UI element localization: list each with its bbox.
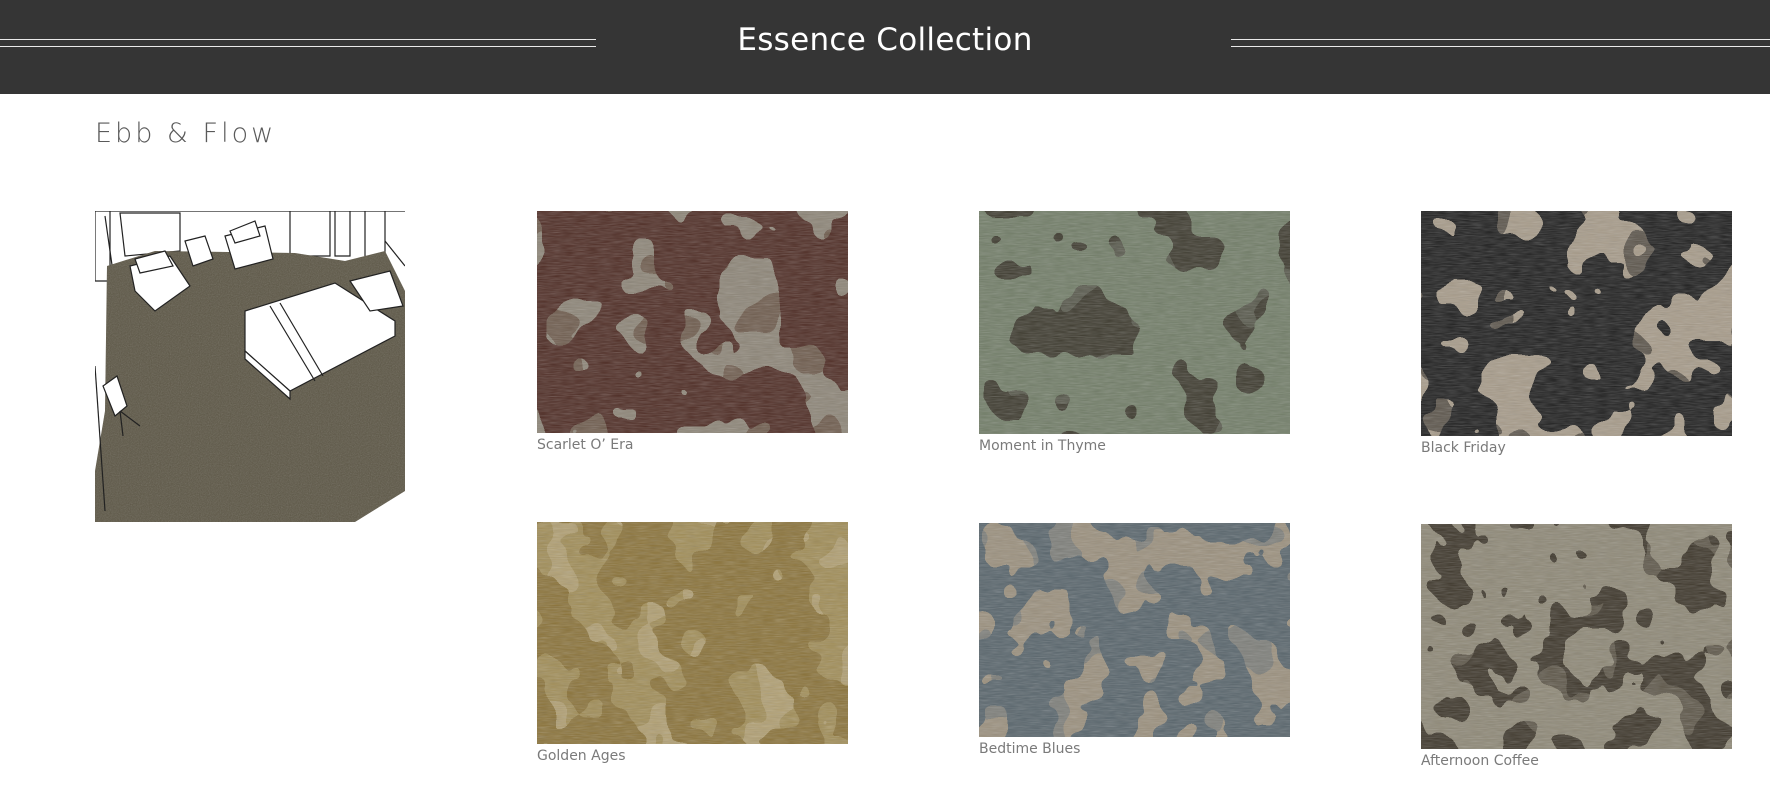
swatch-label[interactable]: Black Friday xyxy=(1421,440,1732,456)
swatch-image[interactable] xyxy=(979,523,1290,737)
swatch-card[interactable]: Afternoon Coffee xyxy=(1421,524,1732,769)
swatch-label[interactable]: Scarlet O’ Era xyxy=(537,437,848,453)
swatch-card[interactable]: Moment in Thyme xyxy=(979,211,1290,454)
swatch-card[interactable]: Black Friday xyxy=(1421,211,1732,456)
swatch-card[interactable]: Bedtime Blues xyxy=(979,523,1290,757)
header-rule-right xyxy=(1231,39,1770,47)
swatch-card[interactable]: Scarlet O’ Era xyxy=(537,211,848,453)
section-title: Ebb & Flow xyxy=(95,118,277,149)
swatch-card[interactable]: Golden Ages xyxy=(537,522,848,764)
swatch-label[interactable]: Bedtime Blues xyxy=(979,741,1290,757)
swatch-label[interactable]: Moment in Thyme xyxy=(979,438,1290,454)
room-scene-svg xyxy=(95,211,405,522)
swatch-label[interactable]: Golden Ages xyxy=(537,748,848,764)
swatch-image[interactable] xyxy=(537,211,848,433)
swatch-image[interactable] xyxy=(537,522,848,744)
swatch-image[interactable] xyxy=(1421,524,1732,749)
header-bar: Essence Collection xyxy=(0,0,1770,94)
swatch-label[interactable]: Afternoon Coffee xyxy=(1421,753,1732,769)
room-scene-image xyxy=(95,211,405,522)
swatch-image[interactable] xyxy=(979,211,1290,434)
swatch-image[interactable] xyxy=(1421,211,1732,436)
